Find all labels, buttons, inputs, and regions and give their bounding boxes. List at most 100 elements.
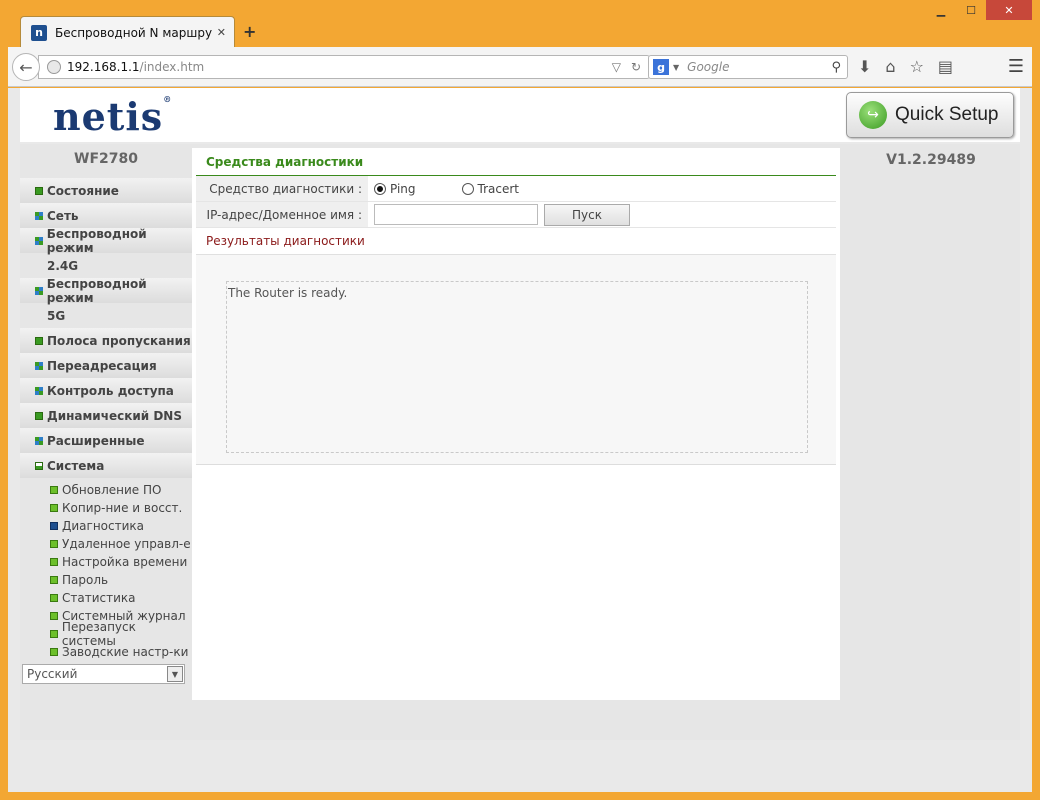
submenu-item[interactable]: Пароль xyxy=(20,571,192,589)
submenu-bullet-icon xyxy=(50,648,58,656)
submenu-item[interactable]: Обновление ПО xyxy=(20,481,192,499)
chevron-down-icon[interactable]: ▼ xyxy=(167,666,183,682)
grid-bullet-icon xyxy=(35,286,43,295)
google-engine-icon[interactable]: g xyxy=(653,59,669,75)
sidebar-item[interactable]: Расширенные xyxy=(20,428,192,453)
firmware-version: V1.2.29489 xyxy=(886,152,976,168)
browser-tab[interactable]: n Беспроводной N маршру… ✕ xyxy=(20,16,235,48)
results-output: The Router is ready. xyxy=(226,281,808,453)
submenu-bullet-icon xyxy=(50,612,58,620)
tab-title: Беспроводной N маршру… xyxy=(55,25,213,40)
ip-label: IP-адрес/Доменное имя : xyxy=(196,202,368,227)
tab-close-icon[interactable]: ✕ xyxy=(217,26,226,39)
submenu-item[interactable]: Заводские настр-ки xyxy=(20,643,192,661)
page-viewport: netis® ↪ Quick Setup WF2780 Состояние Сет… xyxy=(8,88,1032,792)
sidebar-item-label: Переадресация xyxy=(47,358,157,373)
sidebar-item[interactable]: Сеть xyxy=(20,203,192,228)
results-area: The Router is ready. xyxy=(196,255,836,465)
navigation-toolbar: 192.168.1.1/index.htm ▽ ↻ ← g ▼ Google ⚲… xyxy=(8,47,1032,87)
quick-setup-button[interactable]: ↪ Quick Setup xyxy=(846,92,1014,138)
results-title: Результаты диагностики xyxy=(196,228,836,255)
submenu-item-label: Статистика xyxy=(62,591,136,605)
new-tab-button[interactable]: + xyxy=(243,22,256,41)
sidebar-item-label: Динамический DNS xyxy=(47,408,182,423)
sidebar-item[interactable]: Беспроводной режим xyxy=(20,226,192,255)
sidebar-item[interactable]: Полоса пропускания xyxy=(20,328,192,353)
section-title: Средства диагностики xyxy=(196,148,836,176)
sidebar-item: 5G xyxy=(20,303,192,328)
sidebar-item[interactable]: Состояние xyxy=(20,178,192,203)
sidebar-item[interactable]: Беспроводной режим xyxy=(20,276,192,305)
back-button[interactable]: ← xyxy=(12,53,40,81)
title-bar: ▁ ☐ ✕ n Беспроводной N маршру… ✕ + xyxy=(0,0,1040,48)
language-select[interactable]: Русский ▼ xyxy=(22,664,185,684)
search-icon[interactable]: ⚲ xyxy=(831,60,841,75)
submenu-bullet-icon xyxy=(50,486,58,494)
engine-dropdown-icon[interactable]: ▼ xyxy=(673,63,679,72)
sidebar-item-label: Беспроводной режим xyxy=(46,226,147,255)
model-name: WF2780 xyxy=(74,151,138,167)
grid-bullet-icon xyxy=(35,211,43,220)
netis-favicon-icon: n xyxy=(31,24,47,41)
system-submenu: Обновление ПО Копир-ние и восст. Диагности… xyxy=(20,478,192,661)
submenu-bullet-icon xyxy=(50,630,58,638)
sidebar-item[interactable]: Динамический DNS xyxy=(20,403,192,428)
submenu-item[interactable]: Удаленное управл-е xyxy=(20,535,192,553)
submenu-item[interactable]: Перезапуск системы xyxy=(20,620,192,648)
sidebar-item-label: Контроль доступа xyxy=(47,383,174,398)
sidebar-item-label: Беспроводной режим xyxy=(46,276,147,305)
submenu-item-label: Диагностика xyxy=(62,519,145,533)
ip-address-input[interactable] xyxy=(374,204,538,225)
radio-tracert-circle[interactable] xyxy=(461,182,474,195)
url-path: /index.htm xyxy=(139,60,205,74)
submenu-item[interactable]: Настройка времени xyxy=(20,553,192,571)
submenu-bullet-icon xyxy=(50,558,58,566)
globe-icon xyxy=(47,60,61,74)
radio-ping[interactable]: Ping xyxy=(374,182,416,196)
bookmarks-list-icon[interactable]: ▤ xyxy=(938,57,953,76)
grid-bullet-icon xyxy=(35,386,43,395)
submenu-item-label: Настройка времени xyxy=(62,555,188,569)
minus-bullet-icon xyxy=(35,461,43,470)
address-bar[interactable]: 192.168.1.1/index.htm ▽ ↻ xyxy=(38,55,650,79)
sidebar-item-label: Система xyxy=(47,458,105,473)
start-button[interactable]: Пуск xyxy=(544,203,630,226)
submenu-bullet-icon xyxy=(50,540,58,548)
sidebar-item-label: Расширенные xyxy=(47,433,145,448)
quick-setup-arrow-icon: ↪ xyxy=(859,101,887,129)
plus-bullet-icon xyxy=(35,186,43,195)
netis-logo: netis® xyxy=(53,94,173,139)
radio-tracert-label: Tracert xyxy=(477,181,520,196)
grid-bullet-icon xyxy=(35,236,43,245)
menu-icon[interactable]: ☰ xyxy=(1008,56,1024,77)
search-input[interactable]: Google xyxy=(687,60,729,74)
submenu-item[interactable]: Копир-ние и восст. xyxy=(20,499,192,517)
url-host: 192.168.1.1 xyxy=(67,60,140,74)
search-bar[interactable]: g ▼ Google ⚲ xyxy=(648,55,848,79)
radio-tracert[interactable]: Tracert xyxy=(461,181,520,196)
home-icon[interactable]: ⌂ xyxy=(885,57,895,76)
page-header: netis® ↪ Quick Setup xyxy=(20,88,1020,142)
sidebar-item-label: Полоса пропускания xyxy=(47,333,191,348)
close-window-button[interactable]: ✕ xyxy=(986,0,1032,20)
maximize-button[interactable]: ☐ xyxy=(956,0,986,20)
sidebar: WF2780 Состояние Сеть Беспроводной режим 2.… xyxy=(20,148,192,684)
download-icon[interactable]: ⬇ xyxy=(858,57,871,76)
submenu-item-label: Удаленное управл-е xyxy=(62,537,191,551)
back-arrow-icon: ← xyxy=(19,57,33,77)
submenu-item[interactable]: Статистика xyxy=(20,589,192,607)
radio-ping-circle[interactable] xyxy=(374,182,386,195)
submenu-item[interactable]: Диагностика xyxy=(20,517,192,535)
quick-setup-label: Quick Setup xyxy=(895,104,999,125)
history-dropdown-icon[interactable]: ▽ xyxy=(612,60,621,74)
bookmark-star-icon[interactable]: ☆ xyxy=(910,57,924,76)
submenu-item-label: Копир-ние и восст. xyxy=(62,501,183,515)
sidebar-item[interactable]: Контроль доступа xyxy=(20,378,192,403)
sidebar-item[interactable]: Переадресация xyxy=(20,353,192,378)
reload-icon[interactable]: ↻ xyxy=(631,60,641,74)
radio-ping-label: Ping xyxy=(390,181,416,196)
sidebar-item[interactable]: Система xyxy=(20,453,192,478)
logo-text: netis xyxy=(53,94,164,139)
minimize-button[interactable]: ▁ xyxy=(926,0,956,20)
window-controls: ▁ ☐ ✕ xyxy=(926,0,1032,20)
